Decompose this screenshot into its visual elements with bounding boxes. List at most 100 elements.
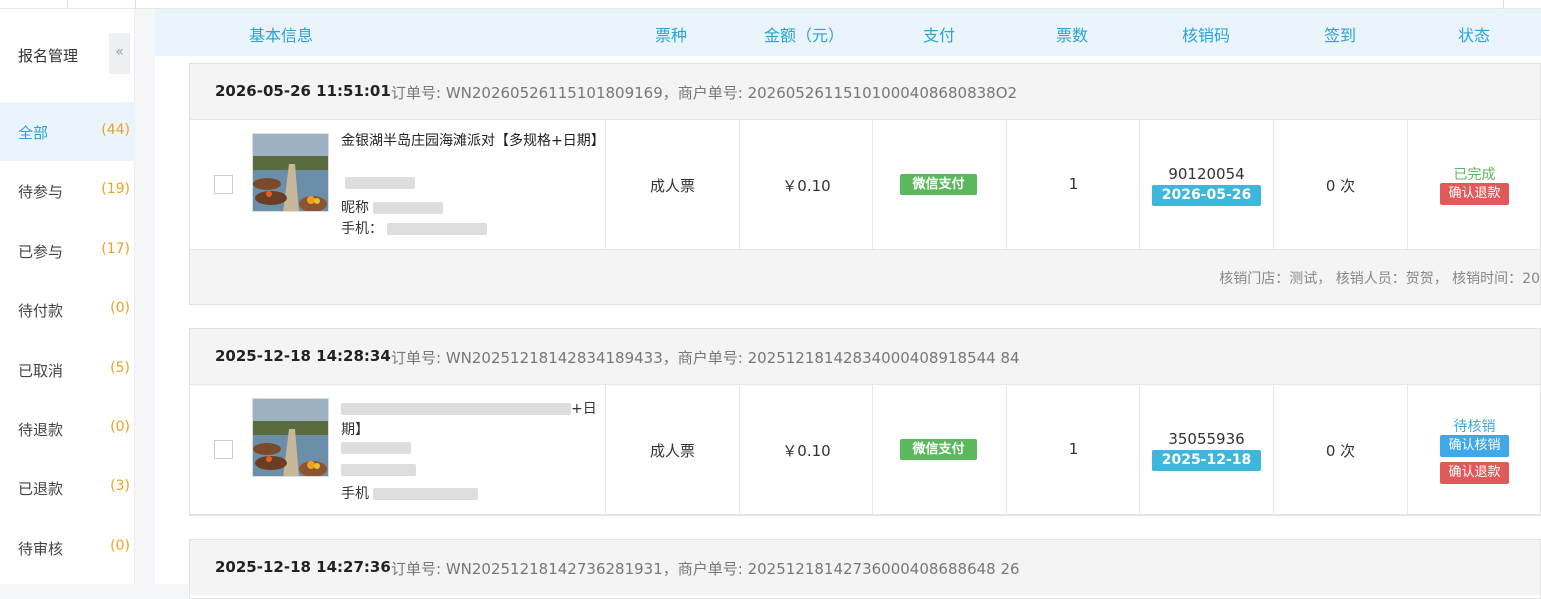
confirm-verify-button[interactable]: 确认核销 bbox=[1440, 435, 1509, 457]
sidebar-item-count: (44) bbox=[101, 122, 130, 138]
column-header-amount: 金额（元） bbox=[764, 26, 845, 45]
nickname-line: 昵称 bbox=[341, 197, 443, 217]
amount: ￥0.10 bbox=[782, 442, 831, 460]
code-date-badge: 2026-05-26 bbox=[1151, 185, 1262, 206]
order-card: 2025-12-18 14:28:34 订单号: WN2025121814283… bbox=[189, 328, 1541, 516]
confirm-refund-button[interactable]: 确认退款 bbox=[1440, 462, 1509, 484]
ticket-quantity: 1 bbox=[1068, 175, 1079, 193]
order-header: 2025-12-18 14:28:34 订单号: WN2025121814283… bbox=[190, 329, 1540, 384]
verification-code: 90120054 bbox=[1168, 165, 1245, 183]
sidebar-item-label: 待付款 bbox=[18, 302, 64, 320]
checkin-cell: 0 次 bbox=[1274, 120, 1408, 251]
sidebar-item-pending-payment[interactable]: 待付款 (0) bbox=[0, 280, 135, 339]
column-header-basic-info: 基本信息 bbox=[249, 26, 314, 45]
column-header-quantity: 票数 bbox=[1056, 26, 1089, 45]
status-cell: 已完成 确认退款 bbox=[1408, 120, 1541, 251]
product-name: 金银湖半岛庄园海滩派对【多规格+日期】 bbox=[341, 133, 605, 149]
sidebar-item-pending-refund[interactable]: 待退款 (0) bbox=[0, 399, 135, 458]
sidebar-item-label: 待审核 bbox=[18, 540, 64, 558]
code-date-badge: 2025-12-18 bbox=[1151, 450, 1262, 471]
sidebar-item-pending-attend[interactable]: 待参与 (19) bbox=[0, 161, 135, 220]
column-header-payment: 支付 bbox=[923, 26, 956, 45]
redacted-line bbox=[341, 462, 416, 478]
confirm-refund-button[interactable]: 确认退款 bbox=[1440, 183, 1509, 205]
row-checkbox[interactable] bbox=[214, 175, 233, 194]
sidebar-item-label: 已参与 bbox=[18, 243, 64, 261]
table-header: 基本信息 票种 金额（元） 支付 票数 核销码 签到 状态 bbox=[155, 9, 1541, 56]
column-header-ticket-type: 票种 bbox=[655, 26, 688, 45]
sidebar-item-label: 已取消 bbox=[18, 362, 64, 380]
status-cell: 待核销 确认核销 确认退款 bbox=[1408, 385, 1541, 516]
divider bbox=[1503, 0, 1504, 9]
nickname-label: 昵称 bbox=[341, 200, 369, 216]
verification-info: 核销门店：测试， 核销人员：贺贺， 核销时间：20 bbox=[1219, 271, 1540, 287]
sidebar-item-count: (17) bbox=[101, 241, 130, 257]
ticket-type-cell: 成人票 bbox=[606, 120, 740, 251]
payment-cell: 微信支付 bbox=[873, 385, 1007, 516]
column-header-checkin: 签到 bbox=[1324, 26, 1357, 45]
status-text: 待核销 bbox=[1453, 419, 1496, 435]
quantity-cell: 1 bbox=[1007, 385, 1140, 516]
payment-badge: 微信支付 bbox=[900, 439, 977, 460]
sidebar-item-pending-review[interactable]: 待审核 (0) bbox=[0, 518, 135, 577]
amount-cell: ￥0.10 bbox=[740, 385, 873, 516]
divider bbox=[135, 0, 136, 9]
status-text: 已完成 bbox=[1453, 167, 1496, 183]
ticket-quantity: 1 bbox=[1068, 440, 1079, 458]
checkin-count: 0 次 bbox=[1325, 177, 1356, 195]
sidebar-item-count: (0) bbox=[110, 538, 130, 554]
sidebar-item-count: (3) bbox=[110, 478, 130, 494]
column-header-status: 状态 bbox=[1458, 26, 1491, 45]
order-footer: 核销门店：测试， 核销人员：贺贺， 核销时间：20 bbox=[190, 250, 1540, 304]
sidebar-item-refunded[interactable]: 已退款 (3) bbox=[0, 458, 135, 517]
sidebar-item-label: 已退款 bbox=[18, 480, 64, 498]
verification-code: 35055936 bbox=[1168, 430, 1245, 448]
sidebar-item-label: 待退款 bbox=[18, 421, 64, 439]
ticket-type-cell: 成人票 bbox=[606, 385, 740, 516]
payment-cell: 微信支付 bbox=[873, 120, 1007, 251]
order-card: 2025-12-18 14:27:36 订单号: WN2025121814273… bbox=[189, 539, 1541, 599]
sidebar-item-label: 全部 bbox=[18, 124, 49, 142]
amount-cell: ￥0.10 bbox=[740, 120, 873, 251]
sidebar-item-count: (5) bbox=[110, 360, 130, 376]
sidebar-item-count: (0) bbox=[110, 300, 130, 316]
column-header-code: 核销码 bbox=[1182, 26, 1231, 45]
order-number: 订单号: WN20251218142736281931，商户单号: 202512… bbox=[391, 560, 1020, 578]
sidebar-item-count: (19) bbox=[101, 181, 130, 197]
sidebar-item-label: 待参与 bbox=[18, 183, 64, 201]
code-date-wrap: 2026-05-26 bbox=[1140, 184, 1273, 206]
order-header: 2025-12-18 14:27:36 订单号: WN2025121814273… bbox=[190, 540, 1540, 595]
sidebar-item-cancelled[interactable]: 已取消 (5) bbox=[0, 340, 135, 399]
main-panel: 基本信息 票种 金额（元） 支付 票数 核销码 签到 状态 2026-05-26… bbox=[155, 9, 1541, 599]
redacted-line bbox=[341, 440, 411, 456]
sidebar: 报名管理 « 全部 (44) 待参与 (19) 已参与 (17) 待付款 (0)… bbox=[0, 9, 135, 584]
basic-info-cell: +日 期】 手机 bbox=[190, 385, 606, 516]
payment-badge: 微信支付 bbox=[900, 174, 977, 195]
order-datetime: 2025-12-18 14:28:34 bbox=[215, 347, 391, 365]
code-date-wrap: 2025-12-18 bbox=[1140, 449, 1273, 471]
phone-label: 手机 bbox=[341, 486, 369, 502]
product-name-line2: 期】 bbox=[341, 422, 369, 438]
order-datetime: 2026-05-26 11:51:01 bbox=[215, 82, 391, 100]
order-datetime: 2025-12-18 14:27:36 bbox=[215, 558, 391, 576]
quantity-cell: 1 bbox=[1007, 120, 1140, 251]
top-strip bbox=[0, 0, 1541, 9]
code-cell: 35055936 2025-12-18 bbox=[1140, 385, 1274, 516]
redacted-line bbox=[341, 175, 415, 191]
sidebar-item-all[interactable]: 全部 (44) bbox=[0, 102, 135, 161]
product-thumbnail bbox=[252, 133, 329, 212]
order-number: 订单号: WN20251218142834189433，商户单号: 202512… bbox=[391, 349, 1020, 367]
order-number: 订单号: WN20260526115101809169，商户单号: 202605… bbox=[391, 84, 1018, 102]
ticket-type: 成人票 bbox=[649, 442, 695, 460]
checkin-cell: 0 次 bbox=[1274, 385, 1408, 516]
checkin-count: 0 次 bbox=[1325, 442, 1356, 460]
phone-label: 手机： bbox=[341, 221, 383, 237]
sidebar-title: 报名管理 bbox=[18, 47, 79, 65]
ticket-type: 成人票 bbox=[649, 177, 695, 195]
phone-line: 手机 bbox=[341, 483, 478, 503]
sidebar-item-attended[interactable]: 已参与 (17) bbox=[0, 221, 135, 280]
collapse-sidebar-button[interactable]: « bbox=[109, 33, 130, 74]
row-checkbox[interactable] bbox=[214, 440, 233, 459]
basic-info-cell: 金银湖半岛庄园海滩派对【多规格+日期】 昵称 手机： bbox=[190, 120, 606, 251]
sidebar-item-count: (0) bbox=[110, 419, 130, 435]
